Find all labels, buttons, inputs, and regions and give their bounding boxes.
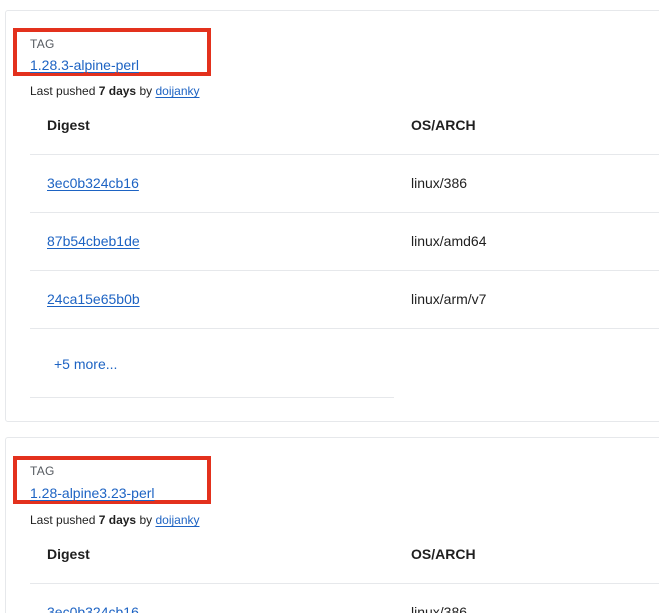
osarch-value: linux/386	[411, 604, 468, 613]
more-row: +5 more...	[30, 329, 394, 398]
table-header-row: Digest OS/ARCH	[30, 526, 659, 584]
digest-table: Digest OS/ARCH 3ec0b324cb16 linux/386 87…	[30, 97, 659, 398]
osarch-column-header: OS/ARCH	[411, 546, 476, 562]
pushed-when: 7 days	[98, 84, 137, 98]
table-header-row: Digest OS/ARCH	[30, 97, 659, 155]
table-row: 3ec0b324cb16 linux/386	[30, 584, 659, 613]
pushed-by: by	[139, 513, 153, 527]
osarch-column-header: OS/ARCH	[411, 117, 476, 133]
tag-name-link[interactable]: 1.28.3-alpine-perl	[30, 57, 139, 73]
pushed-prefix: Last pushed	[30, 513, 96, 527]
tag-name-link[interactable]: 1.28-alpine3.23-perl	[30, 485, 155, 501]
digest-link[interactable]: 3ec0b324cb16	[47, 584, 139, 613]
tag-card: TAG 1.28.3-alpine-perl Last pushed 7 day…	[5, 10, 659, 422]
pushed-user-link[interactable]: doijanky	[155, 513, 199, 527]
digest-column-header: Digest	[47, 546, 90, 562]
show-more-link[interactable]: +5 more...	[54, 329, 117, 399]
digest-link[interactable]: 3ec0b324cb16	[47, 155, 139, 212]
pushed-prefix: Last pushed	[30, 84, 96, 98]
osarch-value: linux/386	[411, 175, 468, 191]
table-row: 3ec0b324cb16 linux/386	[30, 155, 659, 213]
pushed-when: 7 days	[98, 513, 137, 527]
table-row: 87b54cbeb1de linux/amd64	[30, 213, 659, 271]
pushed-by: by	[139, 84, 153, 98]
tag-label: TAG	[30, 464, 55, 478]
osarch-value: linux/arm/v7	[411, 291, 487, 307]
digest-column-header: Digest	[47, 117, 90, 133]
table-row: 24ca15e65b0b linux/arm/v7	[30, 271, 659, 329]
tag-label: TAG	[30, 37, 55, 51]
last-pushed-info: Last pushed 7 days by doijanky	[30, 84, 200, 98]
digest-link[interactable]: 87b54cbeb1de	[47, 213, 140, 270]
pushed-user-link[interactable]: doijanky	[155, 84, 199, 98]
digest-table: Digest OS/ARCH 3ec0b324cb16 linux/386	[30, 526, 659, 613]
tag-list: TAG 1.28.3-alpine-perl Last pushed 7 day…	[0, 0, 659, 613]
digest-link[interactable]: 24ca15e65b0b	[47, 271, 140, 328]
tag-card: TAG 1.28-alpine3.23-perl Last pushed 7 d…	[5, 437, 659, 613]
last-pushed-info: Last pushed 7 days by doijanky	[30, 513, 200, 527]
osarch-value: linux/amd64	[411, 233, 487, 249]
